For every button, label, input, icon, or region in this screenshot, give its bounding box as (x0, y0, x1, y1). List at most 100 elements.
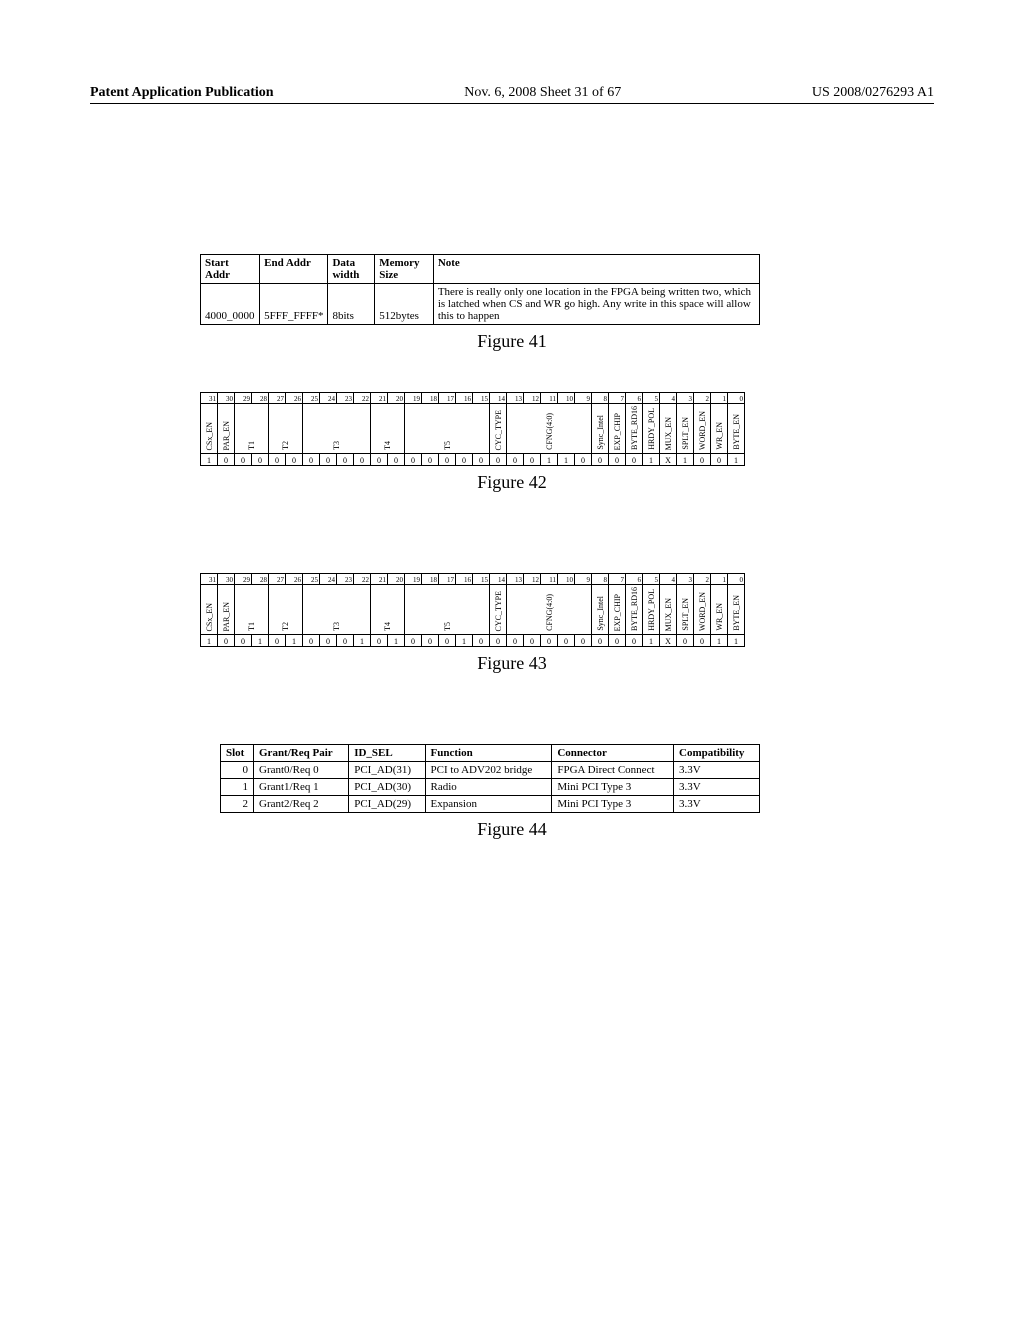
col-compat: Compatibility (674, 745, 760, 762)
bit-num: 29 (235, 574, 252, 585)
bit-num: 25 (303, 574, 320, 585)
bit-label: EXP_CHIP (609, 404, 626, 454)
cell-id: PCI_AD(30) (349, 779, 425, 796)
bit-val: 0 (473, 635, 490, 647)
bit-num: 4 (660, 393, 677, 404)
cell-pair: Grant1/Req 1 (254, 779, 349, 796)
bit-val: 1 (541, 454, 558, 466)
bit-val: 0 (677, 635, 694, 647)
bit-num: 0 (728, 393, 745, 404)
bit-val: 0 (337, 635, 354, 647)
figure41-table: Start Addr End Addr Data width Memory Si… (200, 254, 760, 325)
bit-label: WORD_EN (694, 585, 711, 635)
bit-label: CSx_EN (201, 404, 218, 454)
bit-label: CYC_TYPE (490, 585, 507, 635)
bit-label: HRDY_POL (643, 404, 660, 454)
bit-num: 12 (524, 574, 541, 585)
bit-val: 0 (575, 454, 592, 466)
bit-num: 7 (609, 393, 626, 404)
bit-val: 0 (388, 454, 405, 466)
header-right: US 2008/0276293 A1 (812, 85, 934, 101)
col-end: End Addr (260, 255, 328, 284)
bit-num: 31 (201, 393, 218, 404)
bit-num: 20 (388, 574, 405, 585)
bit-label: PAR_EN (218, 585, 235, 635)
bit-val: 1 (643, 635, 660, 647)
bit-label: MUX_EN (660, 585, 677, 635)
bit-label: HRDY_POL (643, 585, 660, 635)
cell-note: There is really only one location in the… (433, 284, 759, 325)
bit-label: WR_EN (711, 585, 728, 635)
bit-num: 28 (252, 393, 269, 404)
bit-value-row: 100000000000000000001100001X1001 (201, 454, 745, 466)
bit-num: 18 (422, 393, 439, 404)
bit-label: MUX_EN (660, 404, 677, 454)
bit-num: 9 (575, 574, 592, 585)
bit-num: 19 (405, 574, 422, 585)
cell-slot: 1 (221, 779, 254, 796)
col-conn: Connector (552, 745, 674, 762)
bit-label: CYC_TYPE (490, 404, 507, 454)
bit-num: 16 (456, 574, 473, 585)
bit-label: WORD_EN (694, 404, 711, 454)
bit-num: 2 (694, 393, 711, 404)
bit-val: 0 (694, 635, 711, 647)
bit-num: 14 (490, 574, 507, 585)
bit-val: 0 (473, 454, 490, 466)
col-id: ID_SEL (349, 745, 425, 762)
bit-label: Sync_Intel (592, 404, 609, 454)
figure42-caption: Figure 42 (90, 472, 934, 493)
page-header: Patent Application Publication Nov. 6, 2… (90, 0, 934, 104)
bit-val: X (660, 454, 677, 466)
bit-val: 0 (422, 635, 439, 647)
cell-id: PCI_AD(29) (349, 796, 425, 813)
cell-slot: 0 (221, 762, 254, 779)
cell-func: PCI to ADV202 bridge (425, 762, 552, 779)
bit-label: CFNG(4:0) (507, 404, 592, 454)
bit-num: 8 (592, 393, 609, 404)
bit-label-row: CSx_ENPAR_ENT1T2T3T4T5CYC_TYPECFNG(4:0)S… (201, 585, 745, 635)
cell-size: 512bytes (375, 284, 434, 325)
header-left: Patent Application Publication (90, 85, 274, 101)
bit-label: T4 (371, 404, 405, 454)
figure43-caption: Figure 43 (90, 653, 934, 674)
bit-label: CSx_EN (201, 585, 218, 635)
bit-value-row: 100101000101000100000000001X0011 (201, 635, 745, 647)
bit-val: 1 (252, 635, 269, 647)
cell-conn: Mini PCI Type 3 (552, 796, 674, 813)
bit-label: BYTE_EN (728, 404, 745, 454)
bit-val: 0 (592, 635, 609, 647)
bit-num: 15 (473, 574, 490, 585)
bit-label: T5 (405, 585, 490, 635)
bit-val: 1 (728, 635, 745, 647)
bit-num: 27 (269, 393, 286, 404)
bit-label: WR_EN (711, 404, 728, 454)
bit-val: 0 (439, 635, 456, 647)
bit-label: T2 (269, 585, 303, 635)
bit-num: 11 (541, 393, 558, 404)
col-slot: Slot (221, 745, 254, 762)
bit-val: 0 (269, 454, 286, 466)
bit-num: 6 (626, 574, 643, 585)
bit-val: 0 (575, 635, 592, 647)
bit-val: 0 (320, 454, 337, 466)
table-row: 2 Grant2/Req 2 PCI_AD(29) Expansion Mini… (221, 796, 760, 813)
bit-val: 0 (558, 635, 575, 647)
bit-num: 0 (728, 574, 745, 585)
bit-num: 12 (524, 393, 541, 404)
col-start: Start Addr (201, 255, 260, 284)
bit-num: 21 (371, 393, 388, 404)
bit-num: 3 (677, 574, 694, 585)
bit-val: 0 (694, 454, 711, 466)
figure44-table: Slot Grant/Req Pair ID_SEL Function Conn… (220, 744, 760, 813)
cell-pair: Grant0/Req 0 (254, 762, 349, 779)
cell-func: Expansion (425, 796, 552, 813)
bit-val: 0 (235, 635, 252, 647)
bit-val: 0 (252, 454, 269, 466)
bit-val: 0 (609, 454, 626, 466)
bit-val: 0 (235, 454, 252, 466)
bit-label: T3 (303, 585, 371, 635)
bit-val: 1 (388, 635, 405, 647)
bit-num: 23 (337, 393, 354, 404)
bit-num: 5 (643, 393, 660, 404)
